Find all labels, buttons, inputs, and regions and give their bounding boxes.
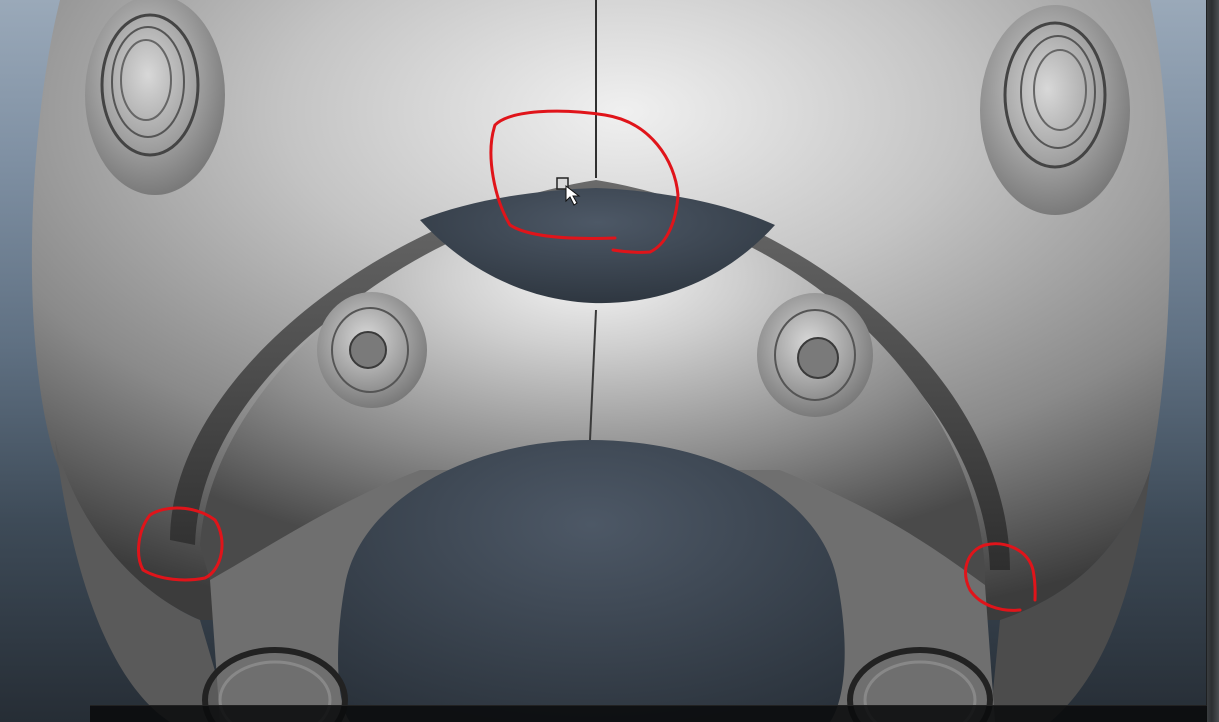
help-line-bar bbox=[90, 705, 1207, 722]
left-inner-pad bbox=[317, 292, 427, 408]
3d-viewport[interactable] bbox=[0, 0, 1219, 722]
right-top-pad bbox=[980, 5, 1130, 215]
viewport-render[interactable] bbox=[0, 0, 1219, 722]
right-inner-pad bbox=[757, 293, 873, 417]
left-top-pad bbox=[85, 0, 225, 195]
viewport-edge-panel bbox=[1206, 0, 1219, 722]
